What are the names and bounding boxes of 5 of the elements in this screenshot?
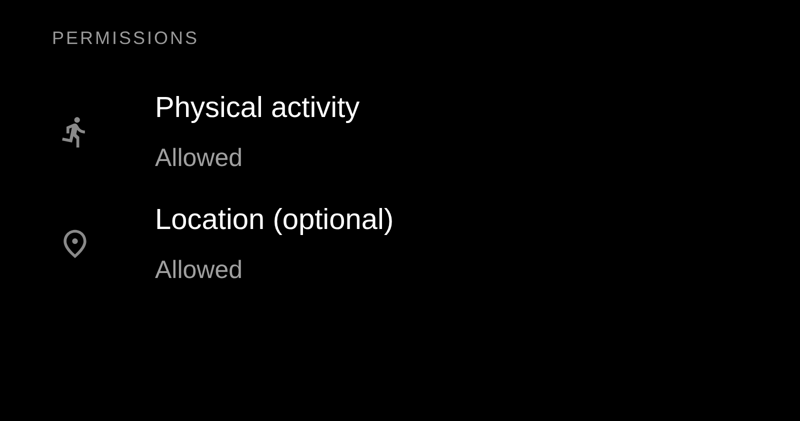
permission-status: Allowed [155, 143, 244, 174]
section-header: PERMISSIONS [52, 28, 200, 48]
permission-title[interactable]: Physical activity [155, 90, 360, 126]
permission-title[interactable]: Location (optional) [155, 202, 394, 238]
permission-status: Allowed [155, 255, 244, 286]
